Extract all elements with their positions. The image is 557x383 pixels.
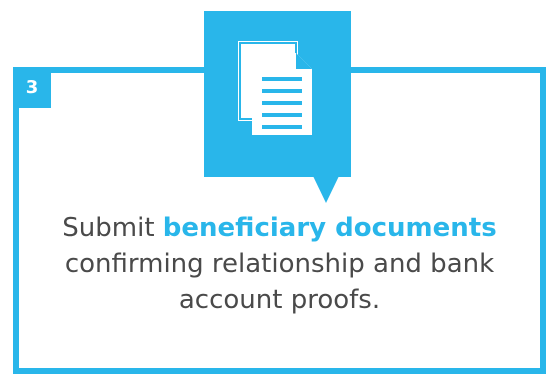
message-suffix: confirming relationship and bank account… bbox=[64, 249, 495, 315]
step-description: Submit beneficiary documents confirming … bbox=[19, 210, 540, 318]
message-prefix: Submit bbox=[62, 213, 163, 243]
icon-panel-pointer bbox=[313, 176, 339, 203]
message-highlight: beneficiary documents bbox=[162, 213, 497, 243]
document-icon bbox=[238, 41, 312, 135]
step-number-badge: 3 bbox=[13, 67, 51, 108]
